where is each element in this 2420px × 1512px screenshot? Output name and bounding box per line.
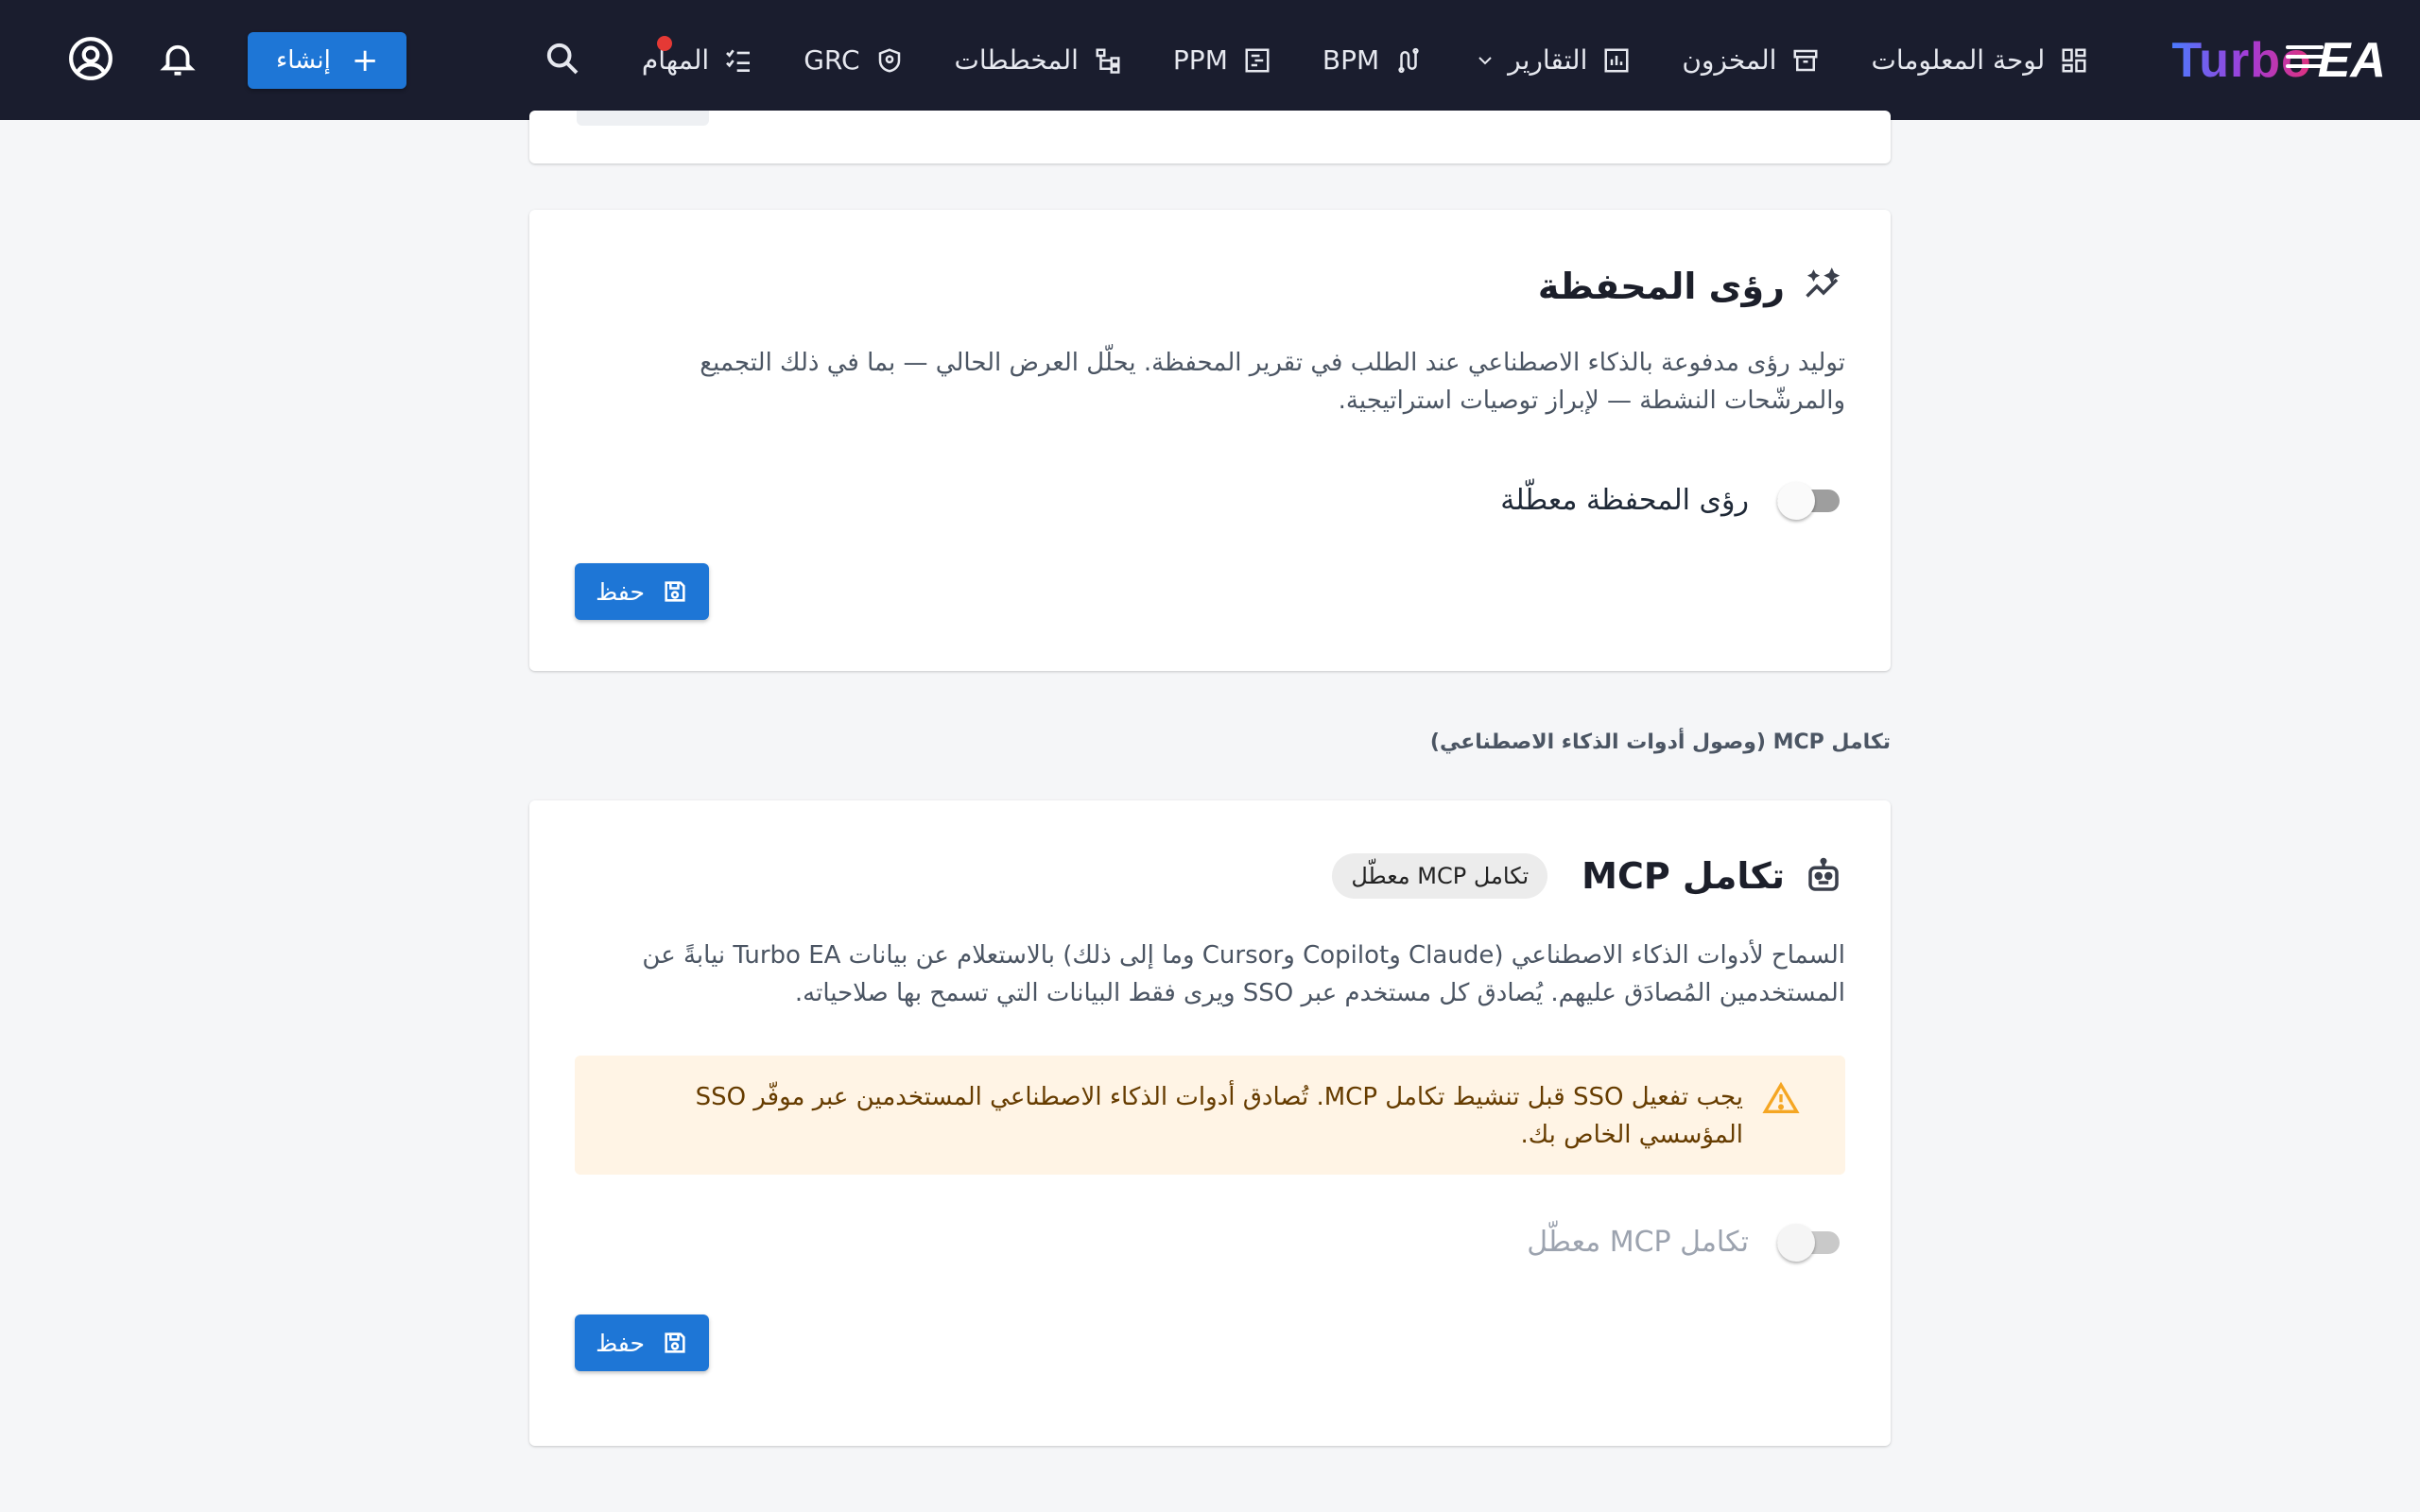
portfolio-insights-toggle-label: رؤى المحفظة معطّلة [1500, 483, 1749, 517]
diagrams-icon [1092, 44, 1124, 77]
nav-grc-label: GRC [804, 44, 860, 76]
sso-warning-alert: يجب تفعيل SSO قبل تنشيط تكامل MCP. تُصاد… [575, 1056, 1845, 1175]
mcp-toggle-row: تكامل MCP معطّل [575, 1220, 1845, 1263]
plus-icon: + [351, 41, 379, 79]
top-app-bar: Turbo EA لوحة المعلومات المخزون التقارير [0, 0, 2420, 120]
sso-warning-text: يجب تفعيل SSO قبل تنشيط تكامل MCP. تُصاد… [695, 1083, 1743, 1149]
nav-reports-label: التقارير [1508, 44, 1588, 76]
brand-suffix: EA [2285, 32, 2386, 89]
nav-tasks-label: المهام [641, 44, 710, 76]
insights-icon [1802, 265, 1845, 308]
mcp-status-chip: تكامل MCP معطّل [1332, 853, 1548, 899]
tasks-icon [722, 44, 754, 77]
mcp-title-text: تكامل MCP [1582, 855, 1785, 897]
nav-inventory-label: المخزون [1682, 44, 1777, 76]
create-button[interactable]: + إنشاء [248, 31, 407, 89]
grc-shield-icon [873, 44, 906, 77]
brand-suffix-text: EA [2317, 32, 2386, 88]
mcp-title: تكامل MCP تكامل MCP معطّل [575, 853, 1845, 899]
bell-icon [158, 39, 198, 82]
notification-dot [656, 36, 672, 51]
previous-card-button-edge [577, 111, 709, 126]
nav-reports[interactable]: التقارير [1449, 0, 1657, 120]
nav-dashboard-label: لوحة المعلومات [1871, 44, 2046, 76]
portfolio-insights-save-label: حفظ [596, 577, 645, 606]
portfolio-insights-title-text: رؤى المحفظة [1537, 266, 1785, 307]
mcp-description: السماح لأدوات الذكاء الاصطناعي (Claude و… [642, 941, 1845, 1007]
save-icon [662, 578, 688, 605]
mcp-section-heading: تكامل MCP (وصول أدوات الذكاء الاصطناعي) [1429, 730, 1891, 754]
previous-card-edge [529, 111, 1891, 163]
search-button[interactable] [532, 30, 593, 91]
dashboard-icon [2058, 44, 2090, 77]
mcp-save-button[interactable]: حفظ [575, 1314, 709, 1371]
portfolio-insights-toggle-row: رؤى المحفظة معطّلة [575, 478, 1845, 522]
inventory-icon [1789, 44, 1822, 77]
nav-grc[interactable]: GRC [779, 0, 929, 120]
main-nav: لوحة المعلومات المخزون التقارير BPM PPM … [617, 0, 2115, 120]
account-button[interactable] [60, 30, 121, 91]
mcp-toggle-label: تكامل MCP معطّل [1527, 1225, 1749, 1259]
warning-triangle-icon [1762, 1080, 1800, 1118]
bpm-icon [1392, 44, 1425, 77]
portfolio-insights-description: توليد رؤى مدفوعة بالذكاء الاصطناعي عند ا… [700, 349, 1845, 415]
nav-diagrams-label: المخططات [954, 44, 1079, 76]
account-circle-icon [67, 35, 114, 86]
nav-ppm-label: PPM [1172, 44, 1228, 76]
notifications-button[interactable] [147, 30, 208, 91]
nav-diagrams[interactable]: المخططات [930, 0, 1149, 120]
toggle-thumb [1777, 482, 1815, 520]
mcp-integration-card: تكامل MCP تكامل MCP معطّل السماح لأدوات … [529, 800, 1891, 1446]
nav-inventory[interactable]: المخزون [1657, 0, 1846, 120]
brand-logo[interactable]: Turbo EA [2171, 32, 2386, 89]
portfolio-insights-card: رؤى المحفظة توليد رؤى مدفوعة بالذكاء الا… [529, 210, 1891, 671]
brand-speed-lines [2285, 44, 2324, 74]
nav-dashboard[interactable]: لوحة المعلومات [1846, 0, 2115, 120]
create-button-label: إنشاء [276, 45, 331, 75]
nav-ppm[interactable]: PPM [1149, 0, 1298, 120]
save-icon [662, 1330, 688, 1356]
reports-icon [1600, 44, 1633, 77]
portfolio-insights-title: رؤى المحفظة [575, 265, 1845, 308]
nav-tasks[interactable]: المهام [617, 0, 779, 120]
toggle-thumb [1777, 1224, 1815, 1262]
nav-bpm[interactable]: BPM [1298, 0, 1449, 120]
ppm-icon [1241, 44, 1273, 77]
mcp-save-label: حفظ [596, 1329, 645, 1357]
nav-bpm-label: BPM [1322, 44, 1380, 76]
portfolio-insights-toggle[interactable] [1773, 478, 1845, 522]
portfolio-insights-save-button[interactable]: حفظ [575, 563, 709, 620]
robot-icon [1802, 854, 1845, 898]
chevron-down-icon [1474, 49, 1496, 72]
search-icon [544, 40, 581, 81]
mcp-toggle[interactable] [1773, 1220, 1845, 1263]
